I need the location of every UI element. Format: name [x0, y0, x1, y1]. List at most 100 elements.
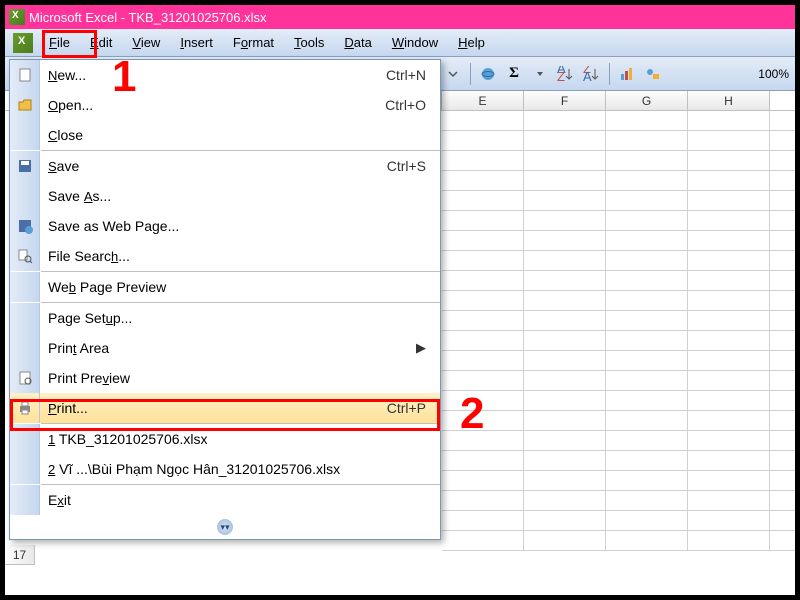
cell[interactable]: [606, 231, 688, 250]
menu-item-close[interactable]: Close: [10, 120, 440, 150]
cell[interactable]: [524, 251, 606, 270]
cell[interactable]: [688, 511, 770, 530]
cell[interactable]: [688, 171, 770, 190]
cell[interactable]: [606, 331, 688, 350]
menu-data[interactable]: Data: [334, 31, 381, 54]
cell[interactable]: [524, 391, 606, 410]
cell[interactable]: [688, 391, 770, 410]
cell[interactable]: [524, 171, 606, 190]
menu-tools[interactable]: Tools: [284, 31, 334, 54]
cell[interactable]: [442, 531, 524, 550]
cell[interactable]: [606, 491, 688, 510]
sort-asc-icon[interactable]: AZ: [554, 62, 578, 86]
chevron-down-icon[interactable]: [441, 62, 465, 86]
cell[interactable]: [688, 251, 770, 270]
col-header-g[interactable]: G: [606, 91, 688, 110]
cell[interactable]: [688, 311, 770, 330]
cell[interactable]: [524, 191, 606, 210]
menu-item-save[interactable]: Save Ctrl+S: [10, 151, 440, 181]
cell[interactable]: [688, 331, 770, 350]
menu-item-recent2[interactable]: 2 Vĩ ...\Bùi Phạm Ngọc Hân_31201025706.x…: [10, 454, 440, 484]
cell[interactable]: [524, 291, 606, 310]
cell[interactable]: [442, 491, 524, 510]
menu-item-open[interactable]: Open... Ctrl+O: [10, 90, 440, 120]
col-header-h[interactable]: H: [688, 91, 770, 110]
cell[interactable]: [524, 271, 606, 290]
chart-wizard-icon[interactable]: [615, 62, 639, 86]
cell[interactable]: [688, 471, 770, 490]
cell[interactable]: [524, 451, 606, 470]
menu-expand-button[interactable]: ▾▾: [10, 515, 440, 539]
col-header-f[interactable]: F: [524, 91, 606, 110]
menu-item-exit[interactable]: Exit: [10, 485, 440, 515]
cell[interactable]: [606, 431, 688, 450]
cell[interactable]: [688, 531, 770, 550]
menu-item-saveas[interactable]: Save As...: [10, 181, 440, 211]
cell[interactable]: [442, 171, 524, 190]
cell[interactable]: [442, 231, 524, 250]
cell[interactable]: [524, 371, 606, 390]
cell[interactable]: [524, 511, 606, 530]
cell[interactable]: [524, 111, 606, 130]
menu-window[interactable]: Window: [382, 31, 448, 54]
cell[interactable]: [688, 411, 770, 430]
cell[interactable]: [524, 231, 606, 250]
cell[interactable]: [606, 471, 688, 490]
cell[interactable]: [688, 131, 770, 150]
cell[interactable]: [524, 151, 606, 170]
cell[interactable]: [442, 111, 524, 130]
cell[interactable]: [442, 211, 524, 230]
cell[interactable]: [606, 371, 688, 390]
cell[interactable]: [442, 271, 524, 290]
menu-item-printarea[interactable]: Print Area ▶: [10, 333, 440, 363]
menu-insert[interactable]: Insert: [170, 31, 223, 54]
cell[interactable]: [524, 491, 606, 510]
cell[interactable]: [524, 531, 606, 550]
sum-icon[interactable]: Σ: [502, 62, 526, 86]
workbook-icon[interactable]: [13, 33, 33, 53]
cell[interactable]: [688, 291, 770, 310]
link-icon[interactable]: [476, 62, 500, 86]
menu-item-filesearch[interactable]: File Search...: [10, 241, 440, 271]
cell[interactable]: [606, 191, 688, 210]
cell[interactable]: [442, 151, 524, 170]
cell[interactable]: [524, 211, 606, 230]
cell[interactable]: [688, 371, 770, 390]
cell[interactable]: [606, 391, 688, 410]
cell[interactable]: [606, 151, 688, 170]
cell[interactable]: [606, 451, 688, 470]
dropdown-arrow-icon[interactable]: [528, 62, 552, 86]
cell[interactable]: [442, 511, 524, 530]
cell[interactable]: [442, 331, 524, 350]
cell[interactable]: [442, 291, 524, 310]
menu-view[interactable]: View: [122, 31, 170, 54]
cell[interactable]: [688, 431, 770, 450]
cell[interactable]: [524, 311, 606, 330]
cell[interactable]: [606, 291, 688, 310]
cell[interactable]: [524, 471, 606, 490]
cell[interactable]: [442, 311, 524, 330]
menu-item-pagesetup[interactable]: Page Setup...: [10, 303, 440, 333]
cell[interactable]: [442, 131, 524, 150]
cell[interactable]: [688, 231, 770, 250]
col-header-e[interactable]: E: [442, 91, 524, 110]
cell[interactable]: [606, 511, 688, 530]
cell[interactable]: [524, 351, 606, 370]
cell[interactable]: [606, 251, 688, 270]
cell[interactable]: [688, 191, 770, 210]
cell[interactable]: [606, 111, 688, 130]
cell[interactable]: [442, 351, 524, 370]
cell[interactable]: [606, 211, 688, 230]
cell[interactable]: [688, 151, 770, 170]
cell[interactable]: [524, 431, 606, 450]
sort-desc-icon[interactable]: ZA: [580, 62, 604, 86]
menu-item-new[interactable]: New... Ctrl+N: [10, 60, 440, 90]
cell[interactable]: [442, 371, 524, 390]
cell[interactable]: [606, 271, 688, 290]
cell[interactable]: [524, 411, 606, 430]
row-header-17[interactable]: 17: [5, 545, 34, 565]
menu-item-webpreview[interactable]: Web Page Preview: [10, 272, 440, 302]
cell[interactable]: [688, 351, 770, 370]
cell[interactable]: [688, 451, 770, 470]
menu-item-savewebpage[interactable]: Save as Web Page...: [10, 211, 440, 241]
